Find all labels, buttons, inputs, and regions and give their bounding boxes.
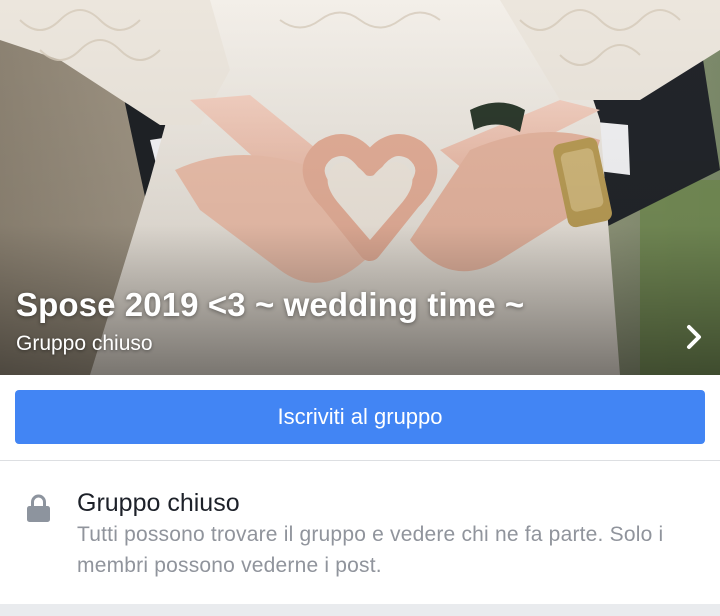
lock-icon [27,494,50,522]
privacy-description: Tutti possono trovare il gruppo e vedere… [77,523,664,577]
group-privacy-label: Gruppo chiuso [16,332,153,355]
group-cover[interactable]: Spose 2019 <3 ~ wedding time ~ Gruppo ch… [0,0,720,375]
group-name: Spose 2019 <3 ~ wedding time ~ [16,286,525,323]
bottom-separator [0,604,720,616]
privacy-title: Gruppo chiuso [77,489,240,517]
join-group-button[interactable]: Iscriviti al gruppo [15,390,705,444]
join-section: Iscriviti al gruppo [0,375,720,461]
privacy-info: Gruppo chiuso Tutti possono trovare il g… [0,461,720,605]
chevron-right-icon[interactable] [682,319,708,355]
